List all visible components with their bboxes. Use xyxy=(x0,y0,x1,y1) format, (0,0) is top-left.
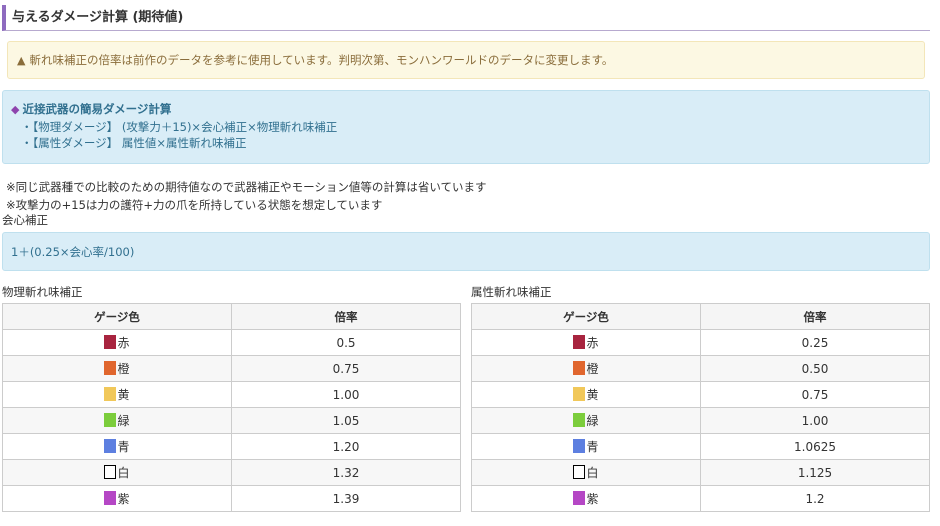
gauge-color-label: 白 xyxy=(117,466,130,480)
multiplier-cell: 1.32 xyxy=(231,459,461,486)
gauge-color-label: 緑 xyxy=(586,414,599,428)
table-row: 赤 0.25 xyxy=(471,329,930,356)
color-swatch xyxy=(104,387,117,401)
table-row: 紫 1.2 xyxy=(471,485,930,512)
multiplier-cell: 0.25 xyxy=(700,329,930,356)
gauge-color-cell: 橙 xyxy=(471,355,701,382)
gauge-color-label: 紫 xyxy=(586,492,599,506)
table-row: 黄 1.00 xyxy=(2,381,461,408)
table-row: 白 1.32 xyxy=(2,459,461,486)
gauge-color-cell: 青 xyxy=(471,433,701,460)
color-swatch xyxy=(573,335,586,349)
gauge-color-cell: 赤 xyxy=(2,329,232,356)
gauge-color-cell: 赤 xyxy=(471,329,701,356)
multiplier-cell: 1.20 xyxy=(231,433,461,460)
multiplier-cell: 1.125 xyxy=(700,459,930,486)
warning-text: 斬れ味補正の倍率は前作のデータを参考に使用しています。判明次第、モンハンワールド… xyxy=(29,53,614,67)
multiplier-cell: 1.00 xyxy=(700,407,930,434)
table-row: 赤 0.5 xyxy=(2,329,461,356)
color-swatch xyxy=(104,361,117,375)
multiplier-cell: 1.0625 xyxy=(700,433,930,460)
table-row: 橙 0.75 xyxy=(2,355,461,382)
gauge-color-label: 橙 xyxy=(586,362,599,376)
column-header-gauge: ゲージ色 xyxy=(471,303,701,330)
color-swatch xyxy=(573,439,586,453)
color-swatch xyxy=(573,491,586,505)
color-swatch xyxy=(104,413,117,427)
physical-table-label: 物理斬れ味補正 xyxy=(2,285,83,299)
info-item-physical: ・【物理ダメージ】 (攻撃力＋15)×会心補正×物理斬れ味補正 xyxy=(21,120,338,134)
gauge-color-cell: 白 xyxy=(471,459,701,486)
physical-sharpness-table: ゲージ色 倍率 赤 0.5 橙 0.75 黄 1.00 緑 1.05 青 1.20 白 1.32 紫 1.… xyxy=(2,303,461,512)
tag-icon: ◆ xyxy=(11,103,20,116)
gauge-color-label: 黄 xyxy=(586,388,599,402)
info-item-element: ・【属性ダメージ】 属性値×属性斬れ味補正 xyxy=(21,136,247,150)
column-header-multiplier: 倍率 xyxy=(700,303,930,330)
table-row: 黄 0.75 xyxy=(471,381,930,408)
section-heading: 与えるダメージ計算 (期待値) xyxy=(2,5,930,31)
column-header-multiplier: 倍率 xyxy=(231,303,461,330)
note-text: ※同じ武器種での比較のための期待値なので武器補正やモーション値等の計算は省いてい… xyxy=(6,180,487,194)
gauge-color-cell: 紫 xyxy=(2,485,232,512)
multiplier-cell: 1.05 xyxy=(231,407,461,434)
color-swatch xyxy=(573,413,586,427)
multiplier-cell: 0.75 xyxy=(231,355,461,382)
color-swatch xyxy=(104,335,117,349)
multiplier-cell: 0.75 xyxy=(700,381,930,408)
color-swatch xyxy=(573,465,586,479)
element-table-label: 属性斬れ味補正 xyxy=(471,285,552,299)
gauge-color-label: 青 xyxy=(586,440,599,454)
element-sharpness-table: ゲージ色 倍率 赤 0.25 橙 0.50 黄 0.75 緑 1.00 青 1.0625 白 1.12… xyxy=(471,303,930,512)
column-header-gauge: ゲージ色 xyxy=(2,303,232,330)
gauge-color-label: 黄 xyxy=(117,388,130,402)
gauge-color-cell: 橙 xyxy=(2,355,232,382)
color-swatch xyxy=(104,439,117,453)
warning-icon: ▲ xyxy=(17,54,26,67)
gauge-color-label: 紫 xyxy=(117,492,130,506)
table-header-row: ゲージ色 倍率 xyxy=(2,303,461,330)
gauge-color-cell: 黄 xyxy=(471,381,701,408)
table-row: 白 1.125 xyxy=(471,459,930,486)
gauge-color-cell: 青 xyxy=(2,433,232,460)
gauge-color-label: 白 xyxy=(586,466,599,480)
info-title: ◆ 近接武器の簡易ダメージ計算 xyxy=(11,102,172,116)
table-row: 青 1.20 xyxy=(2,433,461,460)
gauge-color-label: 緑 xyxy=(117,414,130,428)
gauge-color-cell: 緑 xyxy=(471,407,701,434)
table-row: 緑 1.00 xyxy=(471,407,930,434)
gauge-color-cell: 白 xyxy=(2,459,232,486)
multiplier-cell: 1.2 xyxy=(700,485,930,512)
table-row: 橙 0.50 xyxy=(471,355,930,382)
table-row: 青 1.0625 xyxy=(471,433,930,460)
gauge-color-cell: 紫 xyxy=(471,485,701,512)
gauge-color-label: 青 xyxy=(117,440,130,454)
warning-alert: ▲ 斬れ味補正の倍率は前作のデータを参考に使用しています。判明次第、モンハンワール… xyxy=(7,41,925,79)
gauge-color-label: 赤 xyxy=(117,336,130,350)
gauge-color-label: 赤 xyxy=(586,336,599,350)
gauge-color-cell: 黄 xyxy=(2,381,232,408)
info-box: ◆ 近接武器の簡易ダメージ計算 ・【物理ダメージ】 (攻撃力＋15)×会心補正×物… xyxy=(2,90,930,164)
multiplier-cell: 1.39 xyxy=(231,485,461,512)
multiplier-cell: 1.00 xyxy=(231,381,461,408)
multiplier-cell: 0.50 xyxy=(700,355,930,382)
gauge-color-label: 橙 xyxy=(117,362,130,376)
table-header-row: ゲージ色 倍率 xyxy=(471,303,930,330)
color-swatch xyxy=(573,361,586,375)
multiplier-cell: 0.5 xyxy=(231,329,461,356)
color-swatch xyxy=(573,387,586,401)
table-row: 緑 1.05 xyxy=(2,407,461,434)
note-text: ※攻撃力の+15は力の護符+力の爪を所持している状態を想定しています xyxy=(6,198,383,212)
gauge-color-cell: 緑 xyxy=(2,407,232,434)
color-swatch xyxy=(104,465,117,479)
critical-formula-box: 1＋(0.25×会心率/100) xyxy=(2,232,930,271)
color-swatch xyxy=(104,491,117,505)
table-row: 紫 1.39 xyxy=(2,485,461,512)
critical-label: 会心補正 xyxy=(2,213,48,227)
